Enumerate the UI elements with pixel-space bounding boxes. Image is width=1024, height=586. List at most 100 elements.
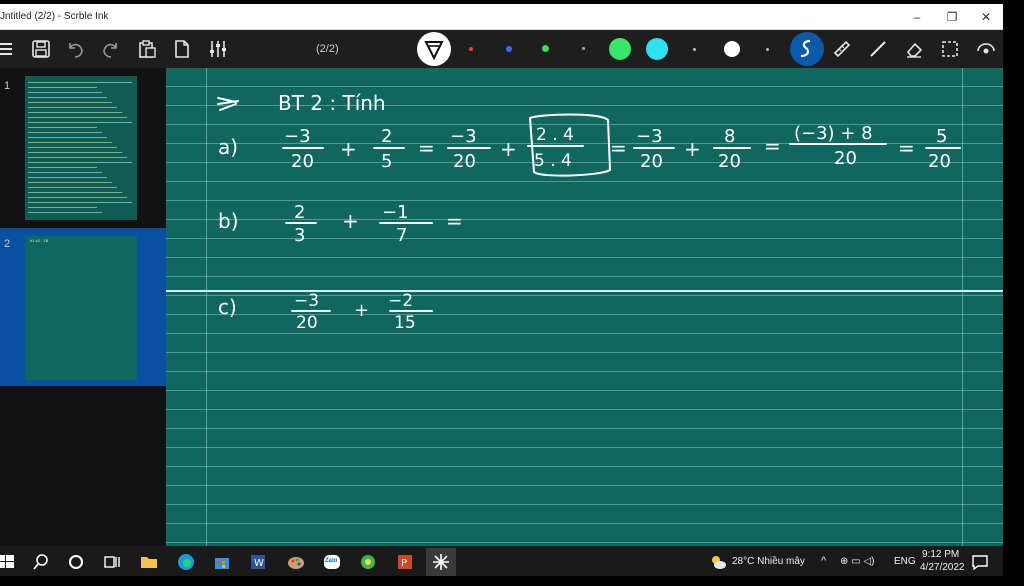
a-den5: 20	[640, 151, 663, 172]
b-op1: +	[342, 209, 359, 233]
clock-date[interactable]: 4/27/2022	[920, 562, 965, 573]
c-label: c)	[218, 295, 237, 319]
search-icon[interactable]	[31, 552, 51, 572]
b-den1: 3	[294, 225, 305, 246]
color-blue-small[interactable]	[506, 46, 512, 52]
page-thumbnail-2[interactable]: b1 b2 : 1B	[25, 236, 137, 380]
thumbnail-ink-line	[28, 182, 112, 183]
b-eq1: =	[446, 209, 463, 233]
menu-icon[interactable]	[0, 39, 14, 59]
a-eq4: =	[898, 136, 915, 160]
thumbnail-ink-line	[28, 112, 122, 113]
thumbnail-ink-line	[28, 207, 97, 208]
page-number-1: 1	[4, 80, 11, 92]
language-indicator[interactable]: ENG	[894, 556, 916, 567]
thumbnail-ink-line	[28, 142, 112, 143]
a-num8: 5	[936, 126, 947, 147]
thumbnail-ink-line	[28, 147, 117, 148]
screen-edge	[1003, 0, 1024, 586]
line-icon[interactable]	[868, 39, 888, 59]
color-white[interactable]	[724, 41, 740, 57]
color-red-small[interactable]	[469, 47, 473, 51]
toolbar: (2/2)	[0, 30, 1003, 68]
thumbnail-ink-line	[28, 122, 132, 123]
select-icon[interactable]	[940, 39, 960, 59]
b-num2: −1	[382, 202, 409, 223]
thumbnail-ink-line	[28, 102, 112, 103]
a-den6: 20	[718, 151, 741, 172]
minimize-button[interactable]: –	[902, 7, 932, 27]
weather-icon[interactable]	[708, 552, 728, 572]
tray-chevron-icon[interactable]: ^	[821, 555, 826, 567]
color-gray-tiny-2[interactable]	[693, 48, 696, 51]
page-thumbnail-1[interactable]	[25, 76, 137, 220]
stroke-smoothing-icon[interactable]	[790, 32, 824, 66]
a-label: a)	[218, 135, 238, 159]
save-icon[interactable]	[31, 39, 51, 59]
a-op2: +	[500, 137, 517, 161]
notification-icon[interactable]	[970, 552, 990, 572]
a-eq1: =	[418, 136, 435, 160]
scrble-ink-icon[interactable]	[426, 548, 456, 576]
scribble-mark	[217, 97, 239, 111]
ink-canvas[interactable]: BT 2 : Tính a) −3 20 + 2 5 = −3 20 + 2 .…	[166, 68, 1003, 546]
zalo-label: Zalo	[325, 558, 338, 564]
ruler-icon[interactable]	[832, 39, 852, 59]
thumbnail-ink-line	[28, 172, 102, 173]
file-explorer-icon[interactable]	[139, 552, 159, 572]
a-den2: 5	[381, 151, 392, 172]
paint-icon[interactable]	[286, 552, 306, 572]
cortana-icon[interactable]	[66, 552, 86, 572]
color-green-small[interactable]	[542, 45, 549, 52]
a-num4: 2 . 4	[536, 125, 574, 145]
app-icon[interactable]	[358, 552, 378, 572]
store-icon[interactable]	[212, 552, 232, 572]
powerpoint-icon[interactable]: P	[395, 552, 415, 572]
a-num1: −3	[284, 126, 311, 147]
new-page-icon[interactable]	[172, 39, 192, 59]
thumbnail-ink-line	[28, 212, 102, 213]
color-cyan-large[interactable]	[646, 38, 668, 60]
thumbnail-ink-line	[28, 202, 132, 203]
view-icon[interactable]	[976, 39, 996, 59]
zalo-icon[interactable]: Zalo	[322, 552, 342, 572]
pen-mode-icon[interactable]	[417, 32, 451, 66]
page-counter: (2/2)	[316, 43, 339, 55]
window-title: Jntitled (2/2) - Scrble Ink	[0, 11, 109, 22]
thumbnail-ink-line	[28, 82, 132, 83]
a-eq3: =	[764, 134, 781, 158]
a-num6: 8	[724, 126, 735, 147]
eraser-icon[interactable]	[904, 39, 924, 59]
thumbnail-ink-line	[28, 187, 117, 188]
thumbnail-ink-line	[28, 152, 122, 153]
c-op1: +	[354, 300, 369, 321]
restore-button[interactable]: ❐	[937, 7, 967, 27]
weather-text[interactable]: 28°C Nhiều mây	[732, 556, 805, 567]
tray-icons[interactable]: ⊕ ▭ ◁)	[840, 556, 874, 567]
a-den8: 20	[928, 151, 951, 172]
thumbnail-ink-line	[28, 107, 117, 108]
clipboard-icon[interactable]	[137, 39, 157, 59]
color-gray-tiny-3[interactable]	[766, 48, 769, 51]
redo-icon[interactable]	[101, 39, 121, 59]
task-view-icon[interactable]	[102, 552, 122, 572]
thumbnail-ink-line	[28, 167, 97, 168]
c-den1: 20	[296, 313, 318, 333]
a-den7: 20	[834, 148, 857, 169]
a-num5: −3	[636, 126, 663, 147]
clock-time[interactable]: 9:12 PM	[922, 549, 959, 560]
handwriting-layer: BT 2 : Tính a) −3 20 + 2 5 = −3 20 + 2 .…	[217, 91, 961, 333]
word-icon[interactable]: W	[248, 552, 268, 572]
a-op1: +	[340, 137, 357, 161]
settings-sliders-icon[interactable]	[208, 39, 228, 59]
windows-icon[interactable]	[0, 552, 16, 572]
undo-icon[interactable]	[65, 39, 85, 59]
a-num3: −3	[450, 126, 477, 147]
color-green-large[interactable]	[609, 38, 631, 60]
close-button[interactable]: ✕	[971, 7, 1001, 27]
color-gray-tiny[interactable]	[582, 47, 585, 50]
b-label: b)	[218, 209, 239, 233]
thumbnail-ink-line	[28, 197, 127, 198]
thumbnail-ink-line	[28, 97, 107, 98]
edge-icon[interactable]	[176, 552, 196, 572]
